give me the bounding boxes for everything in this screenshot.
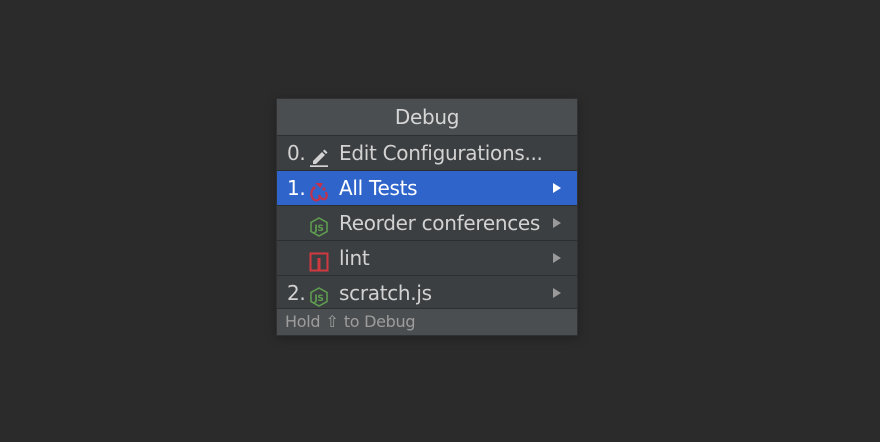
footer-suffix: to Debug: [343, 312, 416, 331]
submenu-arrow-icon: [553, 253, 561, 263]
submenu-arrow-icon: [553, 288, 561, 298]
svg-text:JS: JS: [313, 224, 323, 234]
submenu-arrow-icon: [553, 183, 561, 193]
footer-prefix: Hold: [285, 312, 321, 331]
menu-item-edit-configurations[interactable]: 0. Edit Configurations...: [277, 135, 577, 170]
menu-item-all-tests[interactable]: 1. All Tests: [277, 170, 577, 205]
nodejs-icon: JS: [309, 283, 329, 307]
shift-key-icon: ⇧: [325, 312, 339, 331]
menu-item-scratch-js[interactable]: 2. JS scratch.js: [277, 275, 577, 310]
submenu-arrow-icon: [553, 218, 561, 228]
npm-icon: [309, 248, 329, 272]
menu-item-label: Edit Configurations...: [339, 141, 543, 165]
jest-icon: [309, 178, 329, 202]
debug-popup: Debug 0. Edit Configurations... 1. All T…: [276, 98, 578, 336]
pencil-icon: [309, 143, 329, 167]
menu-item-label: lint: [339, 246, 370, 270]
mnemonic: 2.: [287, 281, 306, 305]
popup-footer-hint: Hold ⇧ to Debug: [277, 308, 577, 335]
mnemonic: 1.: [287, 176, 306, 200]
popup-title: Debug: [277, 99, 577, 135]
menu-item-reorder-conferences[interactable]: JS Reorder conferences: [277, 205, 577, 240]
menu-item-lint[interactable]: lint: [277, 240, 577, 275]
svg-text:JS: JS: [313, 294, 323, 304]
mnemonic: 0.: [287, 141, 306, 165]
nodejs-icon: JS: [309, 213, 329, 237]
menu-item-label: Reorder conferences: [339, 211, 541, 235]
menu-item-label: All Tests: [339, 176, 418, 200]
menu-item-label: scratch.js: [339, 281, 432, 305]
